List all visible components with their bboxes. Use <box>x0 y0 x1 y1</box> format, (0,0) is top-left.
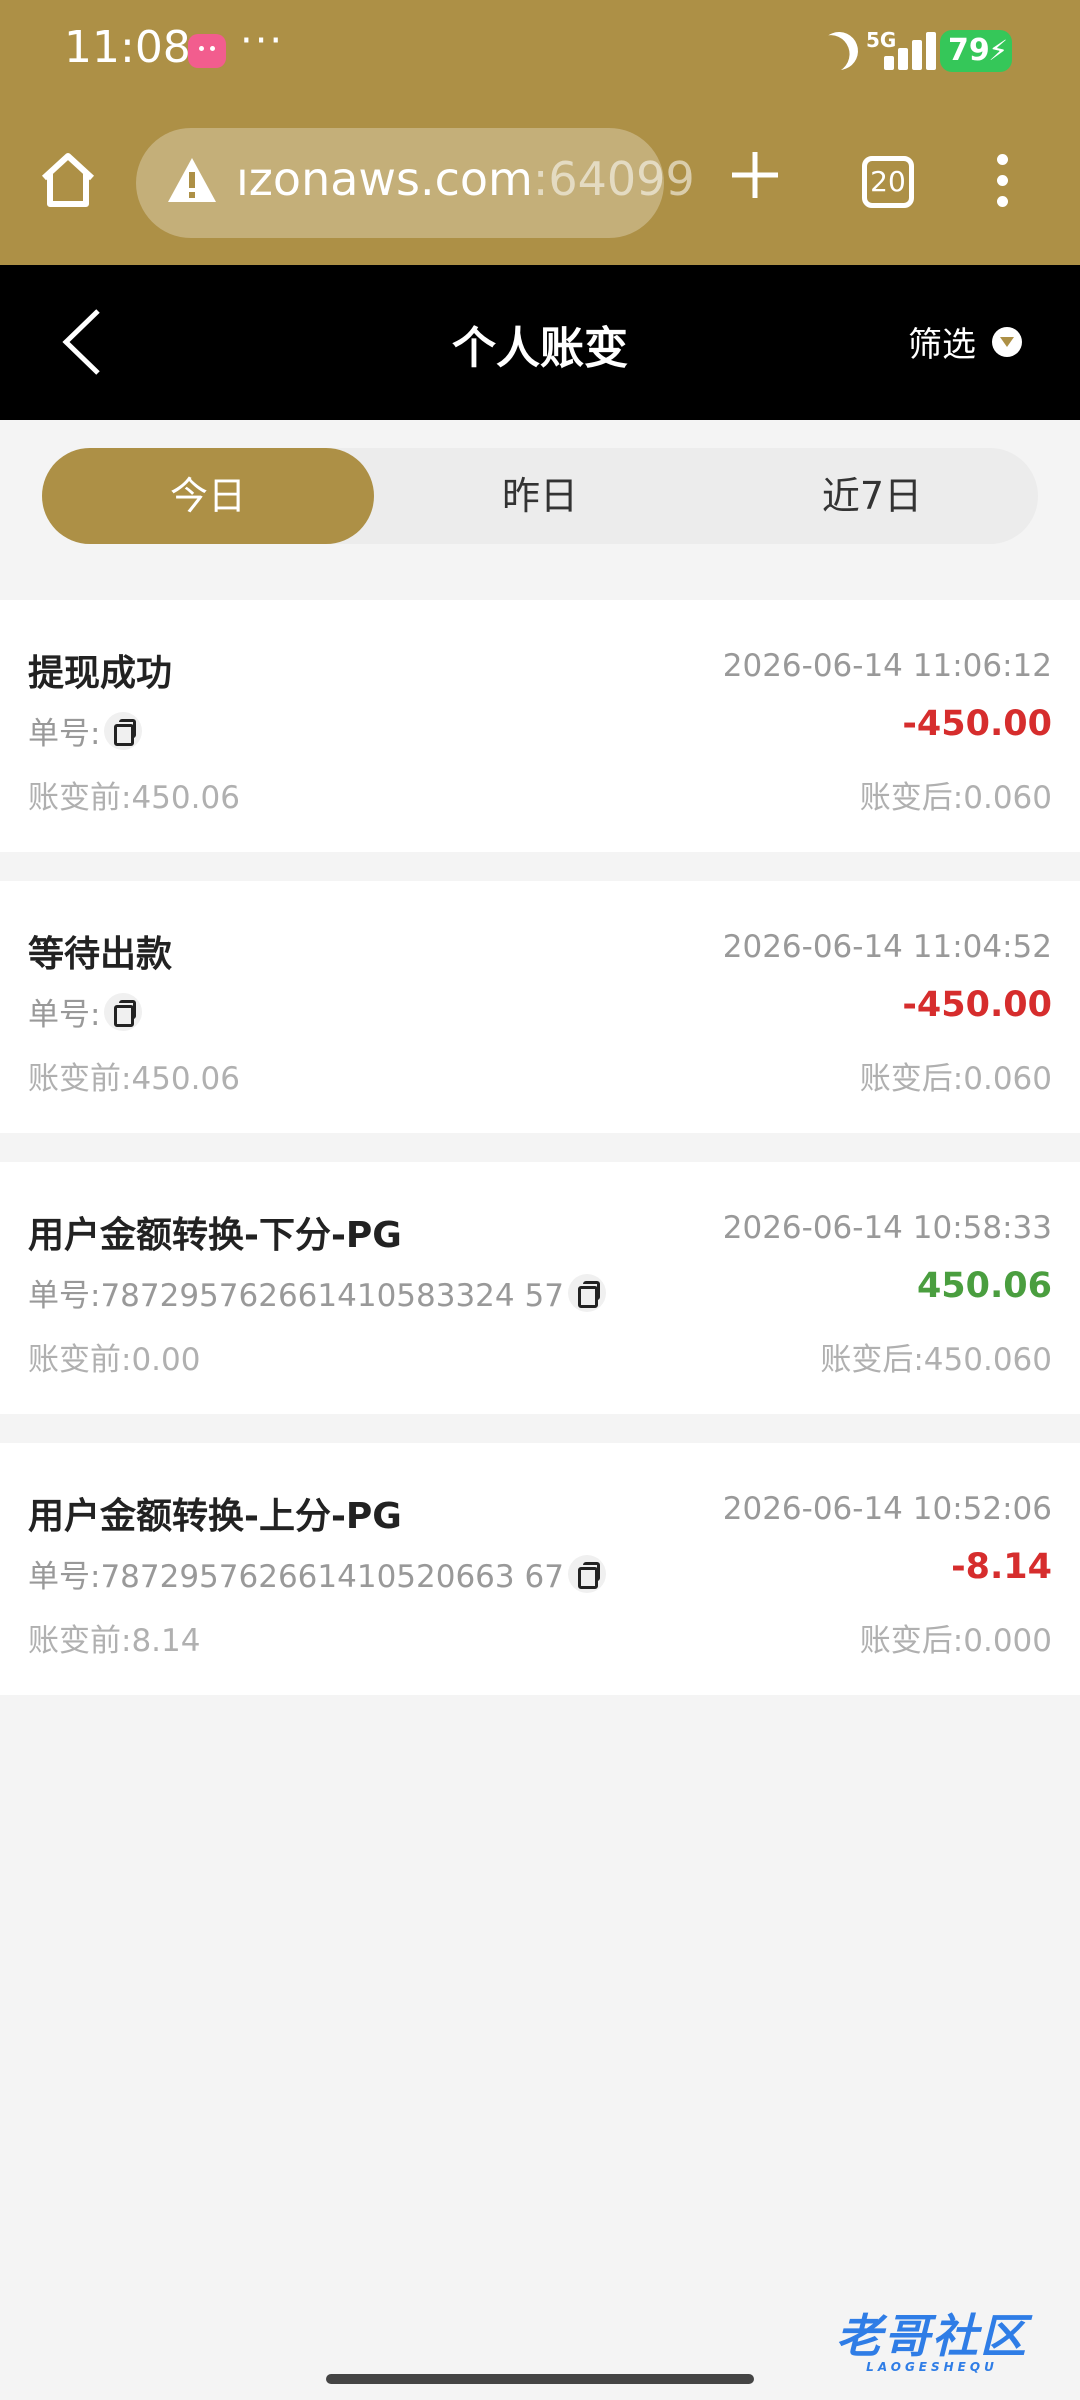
order-number: 单号: <box>28 989 143 1034</box>
filter-button[interactable]: 筛选 <box>908 317 1022 366</box>
battery-indicator: 79 ⚡ <box>940 30 1012 72</box>
order-number-text: 单号: <box>28 997 101 1033</box>
transaction-time: 2026-06-14 10:52:06 <box>722 1491 1052 1527</box>
more-notifications-icon: ··· <box>240 18 285 64</box>
insecure-warning-icon <box>168 158 216 202</box>
battery-level: 79 <box>948 33 990 68</box>
transaction-title: 提现成功 <box>28 653 173 694</box>
balance-before: 账变前:450.06 <box>28 1061 240 1097</box>
transaction-amount: -450.00 <box>902 704 1052 744</box>
copy-icon[interactable] <box>567 1554 606 1593</box>
watermark-logo: 老哥社区 LAOGESHEQU <box>836 2300 1028 2374</box>
do-not-disturb-moon-icon <box>815 27 864 76</box>
page-header: 个人账变 筛选 <box>0 265 1080 420</box>
more-menu-icon[interactable] <box>992 154 1012 210</box>
browser-chrome: 11:08 ··· 5G 79 ⚡ ızonaws.com:64099 20 <box>0 0 1080 265</box>
url-host: ızonaws.com <box>236 152 533 206</box>
home-icon[interactable] <box>38 150 98 210</box>
balance-before: 账变前:0.00 <box>28 1342 201 1378</box>
filter-dropdown-icon <box>992 326 1022 357</box>
transaction-card: 提现成功 2026-06-14 11:06:12 单号: -450.00 账变前… <box>0 600 1080 852</box>
transaction-card: 等待出款 2026-06-14 11:04:52 单号: -450.00 账变前… <box>0 881 1080 1133</box>
home-indicator[interactable] <box>326 2374 754 2384</box>
transaction-title: 用户金额转换-下分-PG <box>28 1215 402 1256</box>
watermark-text: 老哥社区 <box>836 2309 1028 2363</box>
transaction-time: 2026-06-14 11:04:52 <box>722 929 1052 965</box>
filter-label: 筛选 <box>908 325 976 365</box>
transaction-amount: -8.14 <box>951 1547 1052 1587</box>
order-number-text: 单号:787295762661410583324 57 <box>28 1278 564 1314</box>
order-number: 单号: <box>28 708 143 753</box>
balance-after: 账变后:0.060 <box>859 780 1052 816</box>
tab-last-7-days[interactable]: 近7日 <box>706 448 1038 544</box>
bilibili-app-icon <box>188 34 226 68</box>
new-tab-plus-icon[interactable] <box>730 150 780 200</box>
network-type: 5G <box>866 28 897 52</box>
charging-bolt-icon: ⚡ <box>988 34 1008 67</box>
order-number-text: 单号:787295762661410520663 67 <box>28 1559 564 1595</box>
tab-yesterday[interactable]: 昨日 <box>374 448 706 544</box>
copy-icon[interactable] <box>567 1273 606 1312</box>
order-number: 单号:787295762661410583324 57 <box>28 1270 606 1315</box>
balance-after: 账变后:0.000 <box>859 1623 1052 1659</box>
balance-before: 账变前:450.06 <box>28 780 240 816</box>
date-range-tabs: 今日 昨日 近7日 <box>42 448 1038 544</box>
transaction-time: 2026-06-14 10:58:33 <box>722 1210 1052 1246</box>
url-port: :64099 <box>532 152 695 206</box>
content-area: 今日 昨日 近7日 提现成功 2026-06-14 11:06:12 单号: -… <box>0 420 1080 2400</box>
balance-after: 账变后:450.060 <box>820 1342 1052 1378</box>
transaction-amount: 450.06 <box>916 1266 1052 1306</box>
status-time: 11:08 <box>64 22 191 73</box>
date-range-tabs-bar: 今日 昨日 近7日 <box>0 420 1080 598</box>
transaction-card: 用户金额转换-下分-PG 2026-06-14 10:58:33 单号:7872… <box>0 1162 1080 1414</box>
balance-after: 账变后:0.060 <box>859 1061 1052 1097</box>
transaction-title: 等待出款 <box>28 934 173 975</box>
address-bar[interactable]: ızonaws.com:64099 <box>136 128 695 238</box>
transaction-amount: -450.00 <box>902 985 1052 1025</box>
balance-before: 账变前:8.14 <box>28 1623 201 1659</box>
copy-icon[interactable] <box>104 992 143 1031</box>
copy-icon[interactable] <box>104 711 143 750</box>
tab-today[interactable]: 今日 <box>42 448 374 544</box>
order-number: 单号:787295762661410520663 67 <box>28 1551 606 1596</box>
url-text: ızonaws.com:64099 <box>236 152 695 206</box>
transaction-title: 用户金额转换-上分-PG <box>28 1496 402 1537</box>
transaction-card: 用户金额转换-上分-PG 2026-06-14 10:52:06 单号:7872… <box>0 1443 1080 1695</box>
transaction-time: 2026-06-14 11:06:12 <box>722 648 1052 684</box>
order-number-text: 单号: <box>28 716 101 752</box>
tab-switcher-button[interactable]: 20 <box>862 156 914 208</box>
